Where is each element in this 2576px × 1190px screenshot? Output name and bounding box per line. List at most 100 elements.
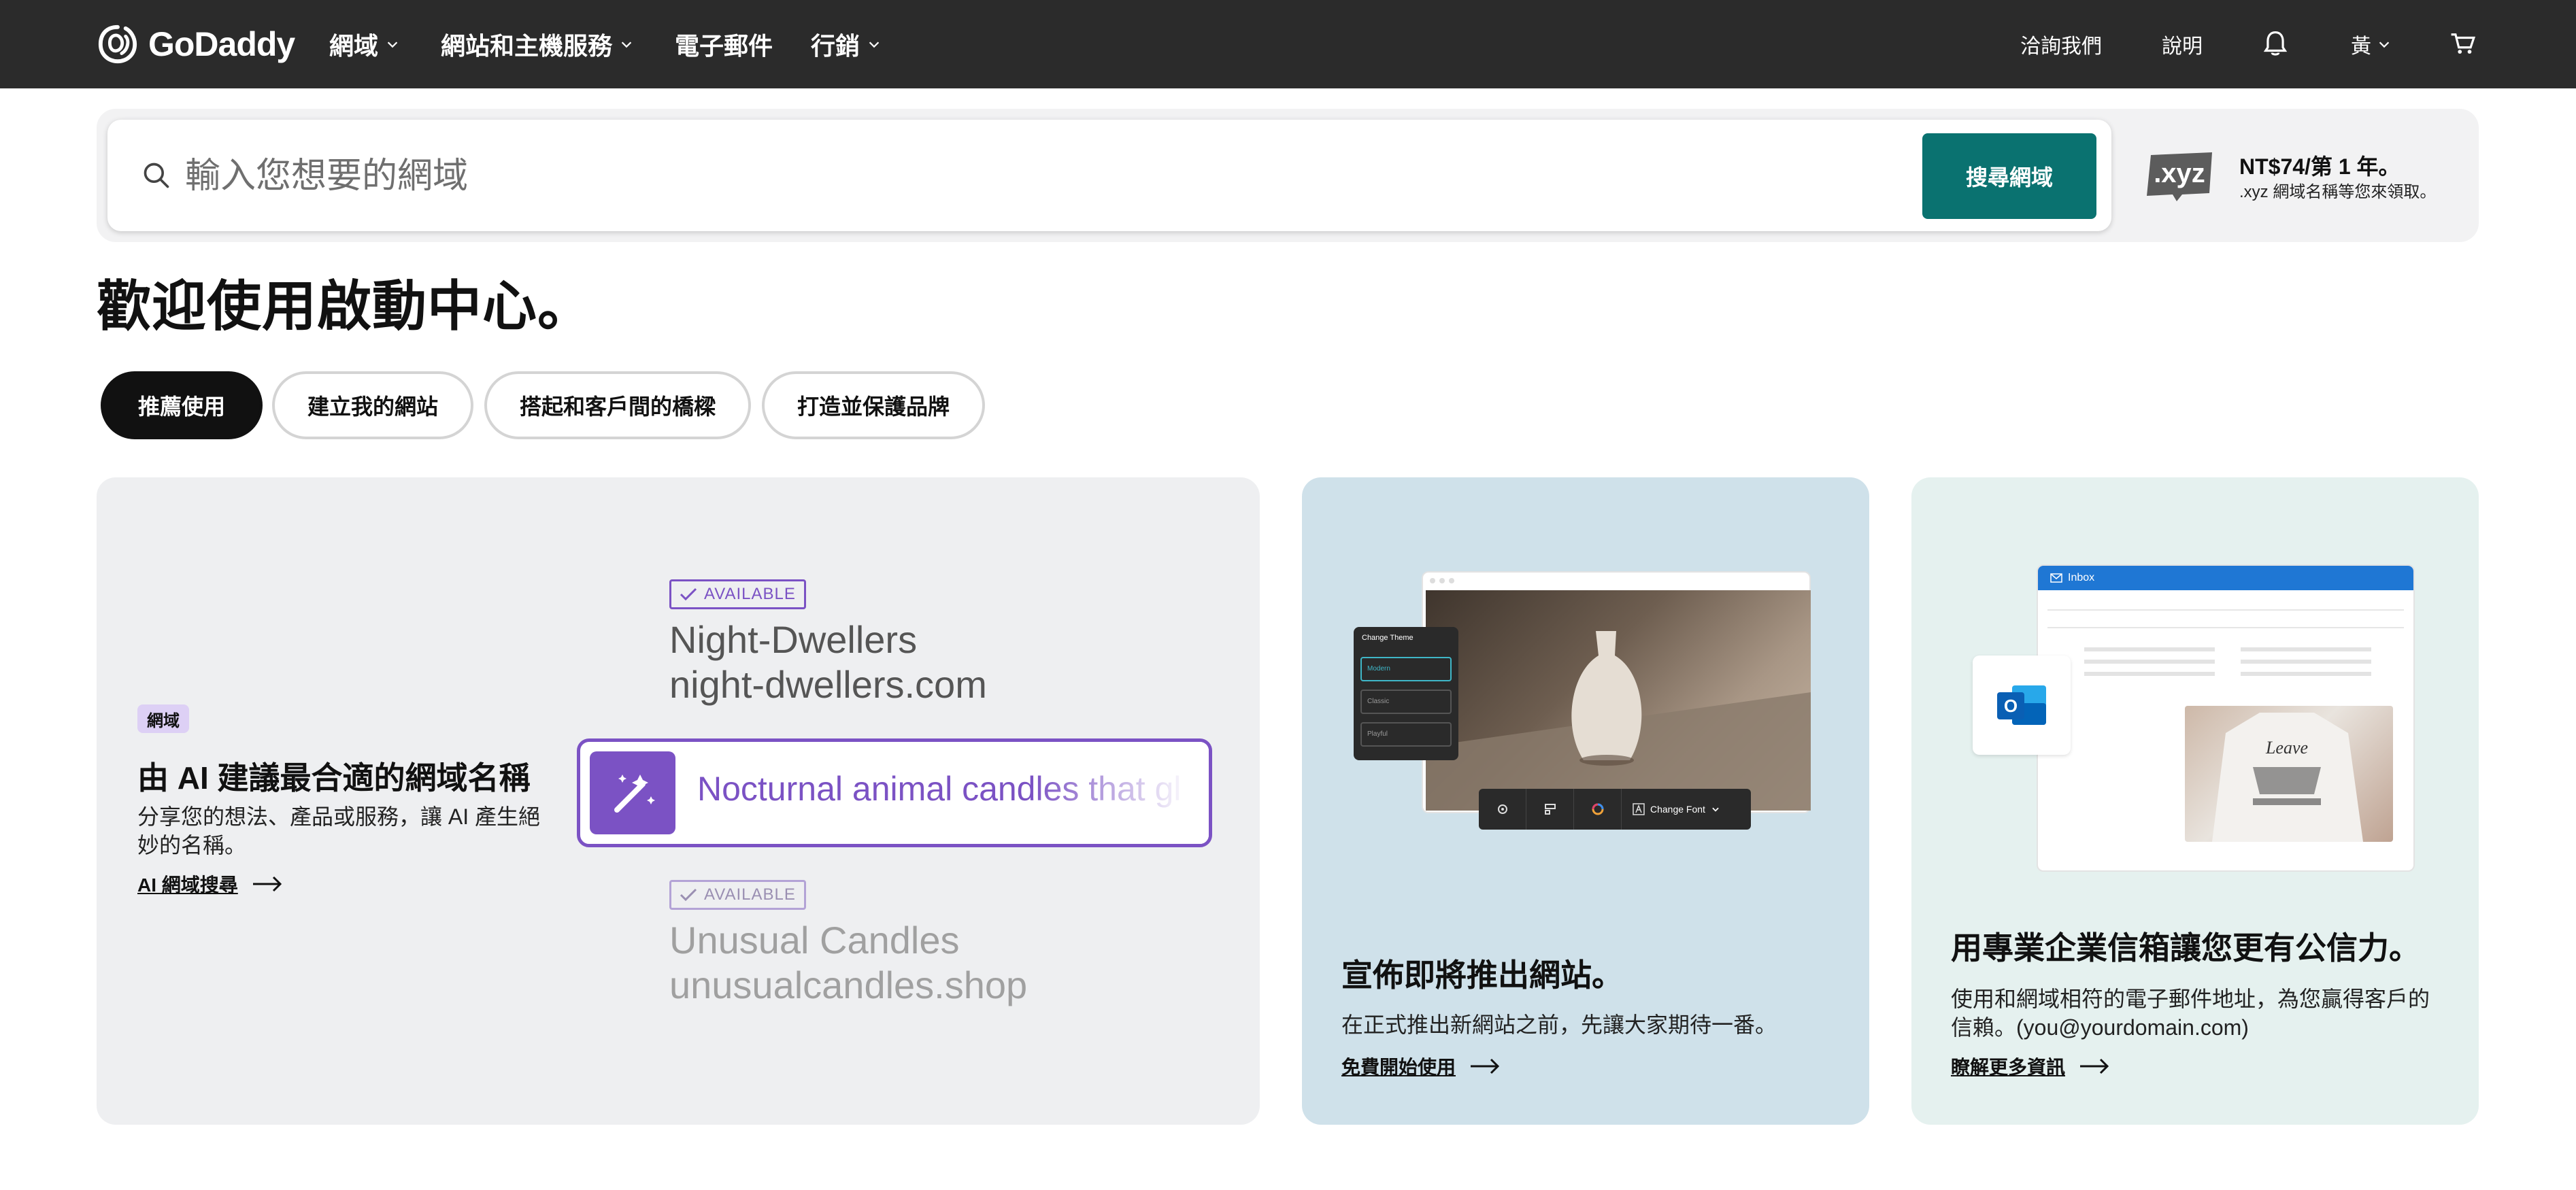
ai-prompt-box[interactable]: Nocturnal animal candles that gl — [577, 738, 1212, 847]
nav-item-label: 電子郵件 — [675, 32, 773, 60]
available-label: AVAILABLE — [704, 585, 796, 603]
promo-price[interactable]: NT$74/第 1 年。 — [2239, 150, 2401, 181]
ai-domain-search-link[interactable]: AI 網域搜尋 — [137, 870, 283, 898]
chevron-down-icon — [387, 41, 398, 48]
svg-text:Leave: Leave — [2265, 738, 2308, 758]
coming-soon-description: 在正式推出新網站之前，先讓大家期待一番。 — [1341, 1013, 1777, 1037]
available-label: AVAILABLE — [704, 885, 796, 904]
search-domain-button[interactable]: 搜尋網域 — [1922, 133, 2096, 219]
nav-item-websites-hosting[interactable]: 網站和主機服務 — [441, 27, 634, 61]
contact-us-link[interactable]: 洽詢我們 — [2020, 27, 2102, 61]
coming-soon-card[interactable]: Change Theme Modern Classic Playful Chan… — [1302, 477, 1869, 1125]
notifications-button[interactable] — [2262, 27, 2288, 61]
account-name: 黃 — [2351, 35, 2371, 58]
xyz-badge-icon: .xyz — [2147, 152, 2212, 201]
chevron-down-icon — [869, 41, 880, 48]
nav-item-label: 行銷 — [811, 32, 860, 60]
promo-subtitle: .xyz 網域名稱等您來領取。 — [2239, 183, 2437, 201]
get-started-free-link[interactable]: 免費開始使用 — [1341, 1053, 1501, 1080]
get-started-label: 免費開始使用 — [1341, 1057, 1456, 1078]
cart-button[interactable] — [2450, 27, 2476, 61]
theme-panel-title: Change Theme — [1362, 634, 1414, 642]
vase-photo — [1426, 590, 1811, 811]
professional-email-card[interactable]: Inbox Leave O 用專業企業信箱讓您更有公信力。 使用和網域相符的電子… — [1911, 477, 2479, 1125]
theme-option-classic[interactable]: Classic — [1360, 690, 1452, 714]
chevron-down-icon — [1712, 807, 1719, 812]
suggested-domain: unusualcandles.shop — [669, 964, 1028, 1006]
ai-card-description: 分享您的想法、產品或服務，讓 AI 產生絕妙的名稱。 — [137, 804, 541, 857]
placeholder-line — [2084, 672, 2215, 676]
inbox-label: Inbox — [2068, 572, 2095, 583]
window-dots — [1430, 578, 1454, 583]
suggested-name: Unusual Candles — [669, 919, 960, 962]
arrow-right-icon — [2080, 1058, 2109, 1074]
godaddy-logo-icon — [98, 24, 137, 64]
tshirt-image: Leave — [2212, 713, 2363, 842]
color-wheel-icon[interactable] — [1574, 789, 1622, 830]
mail-icon — [2050, 573, 2062, 583]
xyz-badge-text: .xyz — [2154, 158, 2205, 188]
divider — [2047, 609, 2404, 611]
tab-recommended[interactable]: 推薦使用 — [101, 371, 263, 439]
email-card-description: 使用和網域相符的電子郵件地址，為您贏得客戶的信賴。(you@yourdomain… — [1951, 987, 2430, 1040]
placeholder-line — [2241, 672, 2371, 676]
svg-text:O: O — [2004, 696, 2018, 716]
check-icon — [680, 888, 697, 902]
help-label: 說明 — [2162, 35, 2203, 58]
cart-icon — [2451, 33, 2476, 54]
help-link[interactable]: 說明 — [2162, 27, 2203, 61]
theme-option-modern[interactable]: Modern — [1360, 657, 1452, 681]
theme-panel[interactable]: Change Theme Modern Classic Playful — [1354, 627, 1458, 760]
font-icon — [1633, 803, 1645, 815]
change-font-button[interactable]: Change Font — [1622, 789, 1751, 830]
bell-icon — [2263, 31, 2288, 56]
tshirt-photo: Leave — [2185, 706, 2393, 842]
coming-soon-title: 宣佈即將推出網站。 — [1341, 957, 1623, 993]
divider — [2047, 627, 2404, 628]
inbox-preview: Inbox Leave — [2037, 564, 2415, 872]
top-navigation: GoDaddy 網域 網站和主機服務 電子郵件 行銷 洽詢我們 說明 黃 — [0, 0, 2576, 88]
change-font-label: Change Font — [1650, 804, 1705, 815]
placeholder-line — [2241, 647, 2371, 651]
nav-item-email[interactable]: 電子郵件 — [675, 27, 773, 61]
contact-us-label: 洽詢我們 — [2020, 35, 2102, 58]
tab-build-website[interactable]: 建立我的網站 — [272, 371, 473, 439]
ai-card-title: 由 AI 建議最合適的網域名稱 — [137, 760, 531, 796]
magic-wand-icon — [590, 751, 675, 834]
godaddy-logo[interactable]: GoDaddy — [97, 23, 295, 65]
chevron-down-icon — [621, 41, 632, 48]
arrow-right-icon — [252, 876, 282, 892]
ai-link-label: AI 網域搜尋 — [137, 874, 238, 896]
learn-more-label: 瞭解更多資訊 — [1951, 1057, 2066, 1078]
website-preview — [1422, 571, 1811, 813]
nav-item-label: 網域 — [329, 32, 379, 60]
editor-toolbar: Change Font — [1479, 789, 1751, 830]
outlook-icon: O — [1973, 656, 2071, 755]
page-title: 歡迎使用啟動中心。 — [97, 276, 592, 337]
ai-domain-card[interactable]: 網域 由 AI 建議最合適的網域名稱 分享您的想法、產品或服務，讓 AI 產生絕… — [97, 477, 1260, 1125]
suggested-name: Night-Dwellers — [669, 618, 918, 661]
vase-image — [1426, 631, 1811, 811]
brand-name: GoDaddy — [148, 25, 295, 63]
text-fade — [1032, 742, 1209, 844]
check-icon — [680, 588, 697, 601]
search-icon — [144, 163, 169, 188]
available-badge: AVAILABLE — [669, 579, 806, 609]
email-card-title: 用專業企業信箱讓您更有公信力。 — [1951, 930, 2420, 966]
nav-item-marketing[interactable]: 行銷 — [811, 27, 882, 61]
account-menu[interactable]: 黃 — [2351, 27, 2392, 61]
theme-option-playful[interactable]: Playful — [1360, 722, 1452, 747]
placeholder-line — [2084, 647, 2215, 651]
placeholder-line — [2084, 660, 2215, 664]
nav-item-domains[interactable]: 網域 — [329, 27, 400, 61]
settings-icon[interactable] — [1479, 789, 1526, 830]
nav-item-label: 網站和主機服務 — [441, 32, 613, 60]
tab-build-protect-brand[interactable]: 打造並保護品牌 — [762, 371, 985, 439]
tab-connect-customers[interactable]: 搭起和客戶間的橋樑 — [484, 371, 751, 439]
arrow-right-icon — [1471, 1058, 1500, 1074]
learn-more-link[interactable]: 瞭解更多資訊 — [1951, 1053, 2110, 1080]
domain-search-input[interactable] — [185, 146, 1899, 207]
available-badge: AVAILABLE — [669, 880, 806, 910]
inbox-header: Inbox — [2038, 566, 2413, 590]
layout-icon[interactable] — [1526, 789, 1574, 830]
